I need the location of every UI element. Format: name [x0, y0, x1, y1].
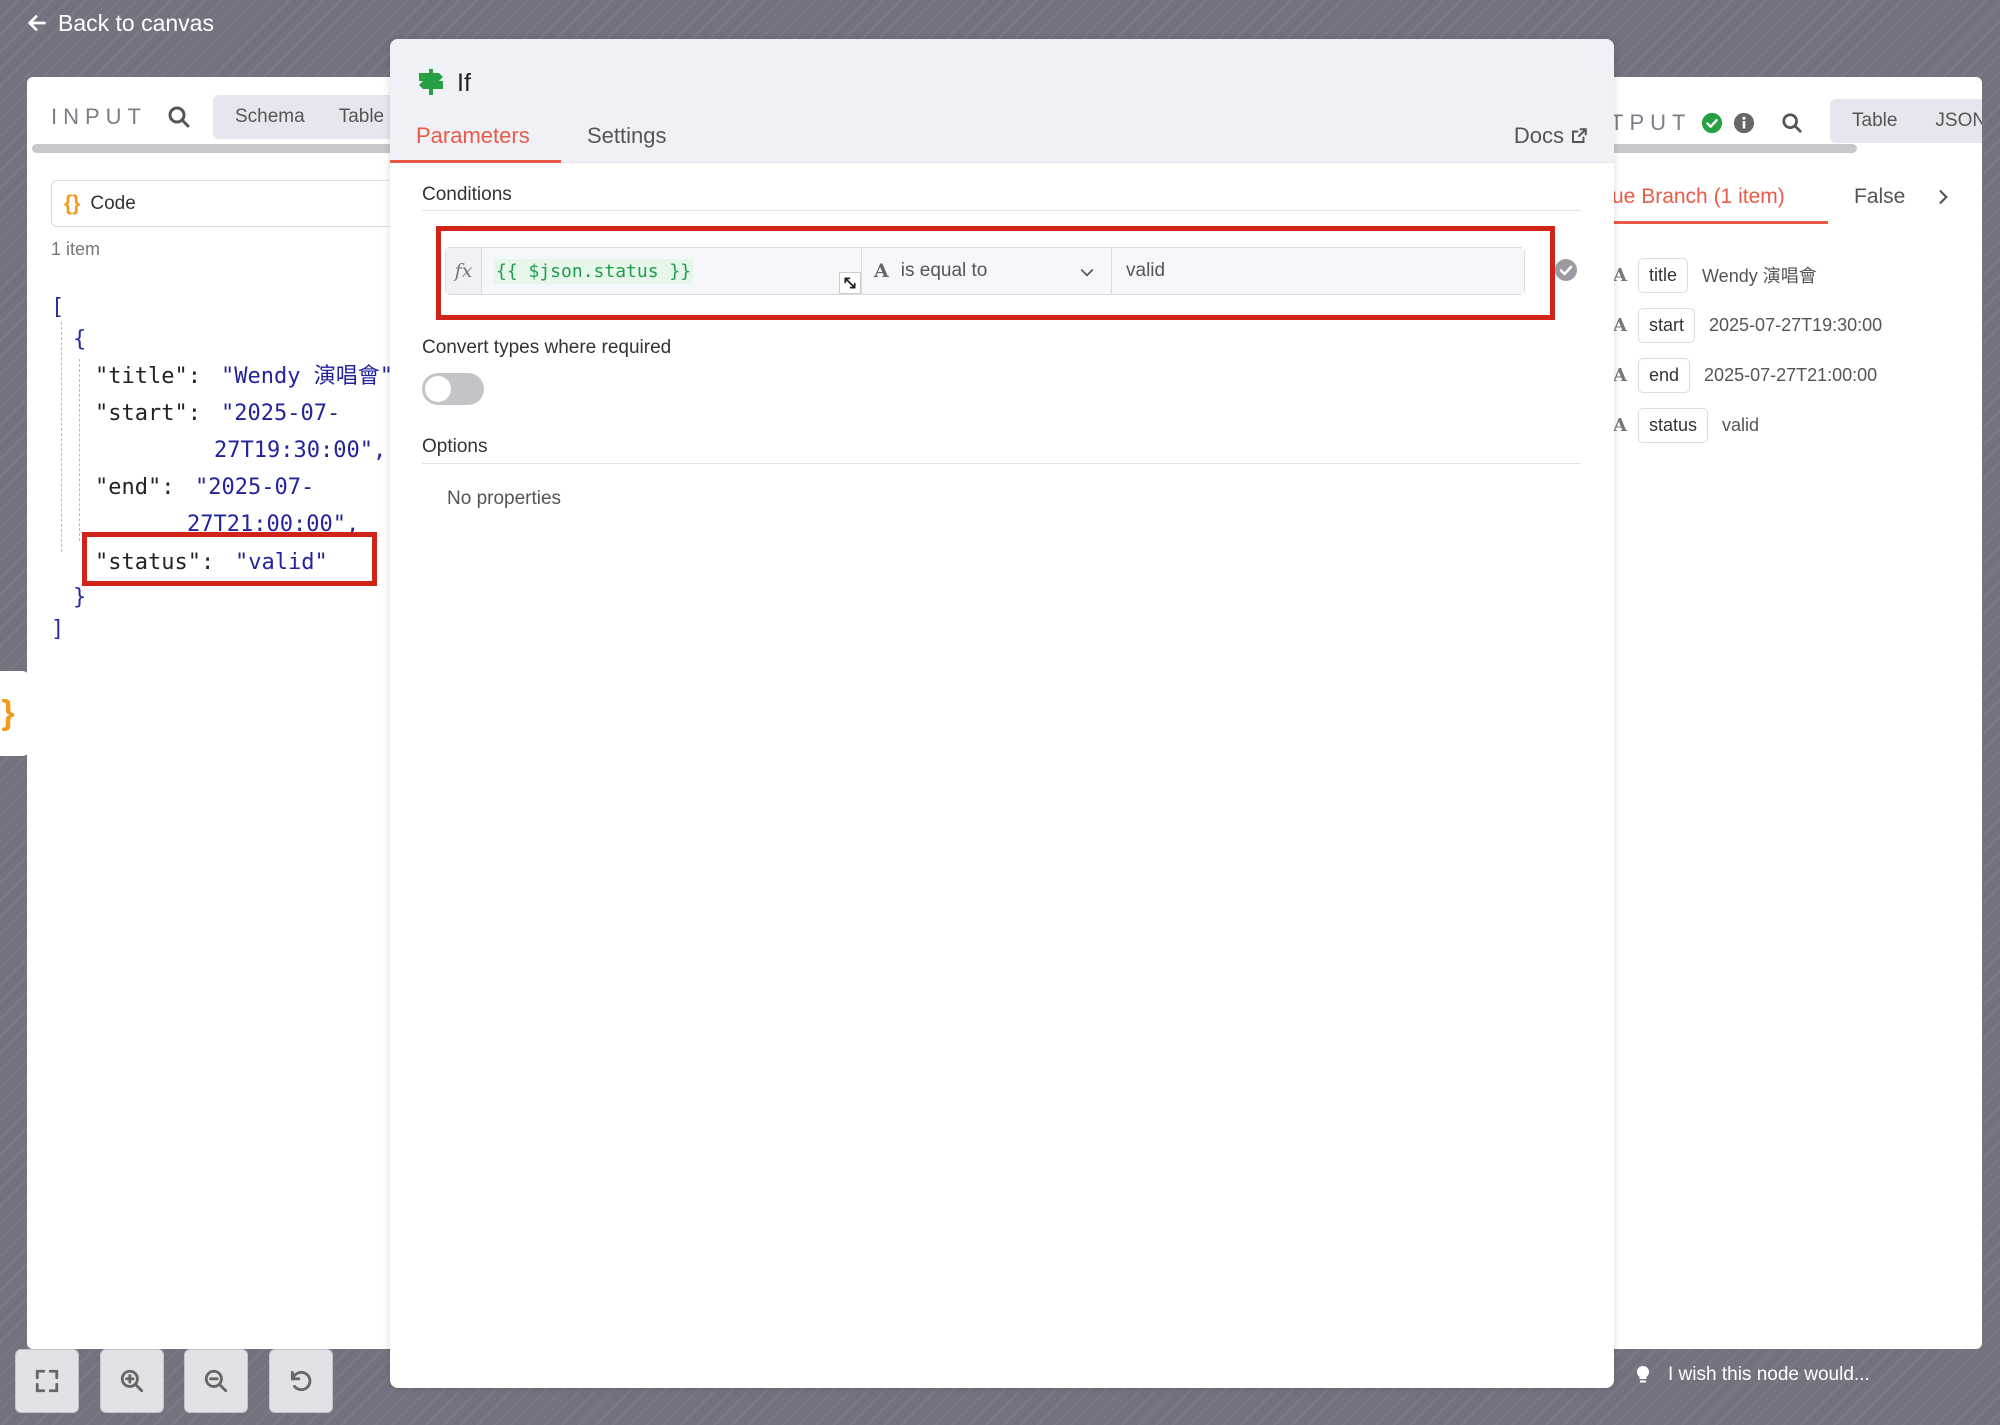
- convert-types-toggle[interactable]: [422, 373, 484, 405]
- fullscreen-icon: [35, 1369, 59, 1393]
- output-field-value: 2025-07-27T19:30:00: [1709, 314, 1883, 335]
- node-title[interactable]: If: [457, 69, 471, 98]
- no-properties-text: No properties: [447, 488, 562, 509]
- condition-operator-select[interactable]: A is equal to: [862, 248, 1112, 294]
- condition-right-value[interactable]: valid: [1112, 248, 1524, 294]
- output-row: A status valid: [1610, 406, 1759, 444]
- conditions-label: Conditions: [422, 184, 512, 205]
- info-icon[interactable]: [1733, 112, 1755, 134]
- tab-json[interactable]: JSON: [1935, 110, 1982, 132]
- tab-true-branch[interactable]: ue Branch (1 item): [1610, 185, 1828, 224]
- json-indent-guide: [61, 322, 62, 552]
- json-key-end: "end":: [95, 475, 175, 500]
- node-settings-modal: If Parameters Settings Docs Conditions f…: [390, 39, 1614, 1388]
- expand-editor-icon[interactable]: [839, 272, 861, 294]
- active-tab-underline: [390, 160, 561, 163]
- output-field-key[interactable]: status: [1638, 407, 1709, 443]
- json-brace: {: [73, 327, 87, 352]
- horizontal-scrollbar[interactable]: [32, 144, 422, 153]
- expression-template: {{ $json.status }}: [494, 258, 694, 284]
- chevron-down-icon: [1080, 268, 1094, 277]
- tab-settings[interactable]: Settings: [587, 123, 667, 149]
- horizontal-scrollbar[interactable]: [1610, 144, 1857, 153]
- output-field-key[interactable]: title: [1638, 257, 1689, 293]
- output-row: A end 2025-07-27T21:00:00: [1610, 356, 1877, 394]
- output-row: A start 2025-07-27T19:30:00: [1610, 306, 1882, 344]
- section-divider: [422, 210, 1581, 211]
- zoom-in-button[interactable]: [100, 1349, 164, 1413]
- feedback-link[interactable]: I wish this node would...: [1634, 1360, 1870, 1390]
- operator-label: is equal to: [900, 260, 988, 281]
- json-bracket-close: ]: [51, 617, 65, 642]
- fit-view-button[interactable]: [15, 1349, 79, 1413]
- json-value-end: "2025-07-: [195, 475, 315, 500]
- docs-link[interactable]: Docs: [1514, 123, 1588, 149]
- right-value-text: valid: [1126, 260, 1166, 281]
- signpost-icon: [419, 69, 443, 95]
- output-field-key[interactable]: end: [1638, 357, 1691, 393]
- back-to-canvas-button[interactable]: Back to canvas: [26, 8, 214, 38]
- search-icon[interactable]: [1781, 112, 1803, 134]
- branch-tabs: ue Branch (1 item) False: [1610, 185, 1982, 229]
- output-panel-title: TPUT: [1610, 110, 1692, 135]
- json-value-start-cont: 27T19:30:00",: [214, 438, 387, 463]
- tab-parameters[interactable]: Parameters: [416, 123, 530, 149]
- item-count: 1 item: [51, 239, 101, 259]
- reset-zoom-button[interactable]: [269, 1349, 333, 1413]
- chevron-right-icon[interactable]: [1933, 187, 1953, 207]
- zoom-out-button[interactable]: [184, 1349, 248, 1413]
- docs-label: Docs: [1513, 123, 1564, 148]
- output-field-value: Wendy 演唱會: [1702, 266, 1817, 286]
- convert-types-label: Convert types where required: [422, 337, 672, 358]
- output-field-value: 2025-07-27T21:00:00: [1704, 364, 1878, 385]
- tab-false-branch[interactable]: False: [1854, 185, 1905, 209]
- output-view-tabs: Table JSON: [1830, 99, 1982, 143]
- feedback-label: I wish this node would...: [1668, 1364, 1870, 1385]
- json-value-title: "Wendy 演唱會": [221, 364, 393, 389]
- code-node-icon: {}: [64, 191, 81, 215]
- json-value-start: "2025-07-: [221, 401, 341, 426]
- condition-row: fx {{ $json.status }} A is equal to vali…: [445, 247, 1525, 295]
- back-label: Back to canvas: [58, 9, 214, 36]
- section-divider: [422, 463, 1581, 464]
- output-row: A title Wendy 演唱會: [1610, 256, 1817, 294]
- code-braces-icon: }: [1, 694, 15, 732]
- string-type-icon: A: [874, 260, 889, 282]
- json-bracket: [: [51, 295, 65, 320]
- success-check-icon: [1702, 112, 1723, 134]
- lightbulb-icon: [1636, 1365, 1650, 1383]
- condition-left-value[interactable]: {{ $json.status }}: [482, 248, 862, 294]
- modal-header: If Parameters Settings Docs: [390, 39, 1614, 163]
- output-field-value: valid: [1722, 414, 1760, 435]
- json-key-start: "start":: [95, 401, 201, 426]
- options-label: Options: [422, 436, 488, 457]
- expression-fx-icon: fx: [446, 248, 482, 294]
- arrow-left-icon: [28, 15, 46, 31]
- zoom-out-icon: [204, 1369, 228, 1393]
- input-panel: INPUT Schema Table {} Code 1 item [ { "t…: [27, 77, 427, 1349]
- search-icon[interactable]: [167, 105, 191, 129]
- toggle-knob: [425, 376, 451, 402]
- input-node-select[interactable]: {} Code: [51, 180, 421, 227]
- json-indent-guide: [79, 359, 80, 541]
- input-panel-header: INPUT Schema Table: [27, 95, 427, 139]
- tab-table[interactable]: Table: [1852, 110, 1897, 132]
- input-node-select-value: Code: [90, 192, 136, 214]
- input-view-tabs: Schema Table: [213, 95, 413, 139]
- tab-schema[interactable]: Schema: [235, 106, 305, 128]
- zoom-in-icon: [120, 1369, 144, 1393]
- input-panel-title: INPUT: [51, 104, 147, 129]
- output-panel: TPUT Table JSON ue Branch (1 item) False…: [1610, 77, 1982, 1349]
- external-link-icon: [1572, 128, 1587, 143]
- json-key-title: "title":: [95, 364, 201, 389]
- condition-check-icon[interactable]: [1554, 258, 1578, 282]
- tab-table[interactable]: Table: [339, 106, 384, 128]
- status-highlight-box: [82, 532, 377, 586]
- output-field-key[interactable]: start: [1638, 307, 1696, 343]
- side-node-tab[interactable]: }: [0, 671, 30, 756]
- undo-icon: [290, 1370, 312, 1392]
